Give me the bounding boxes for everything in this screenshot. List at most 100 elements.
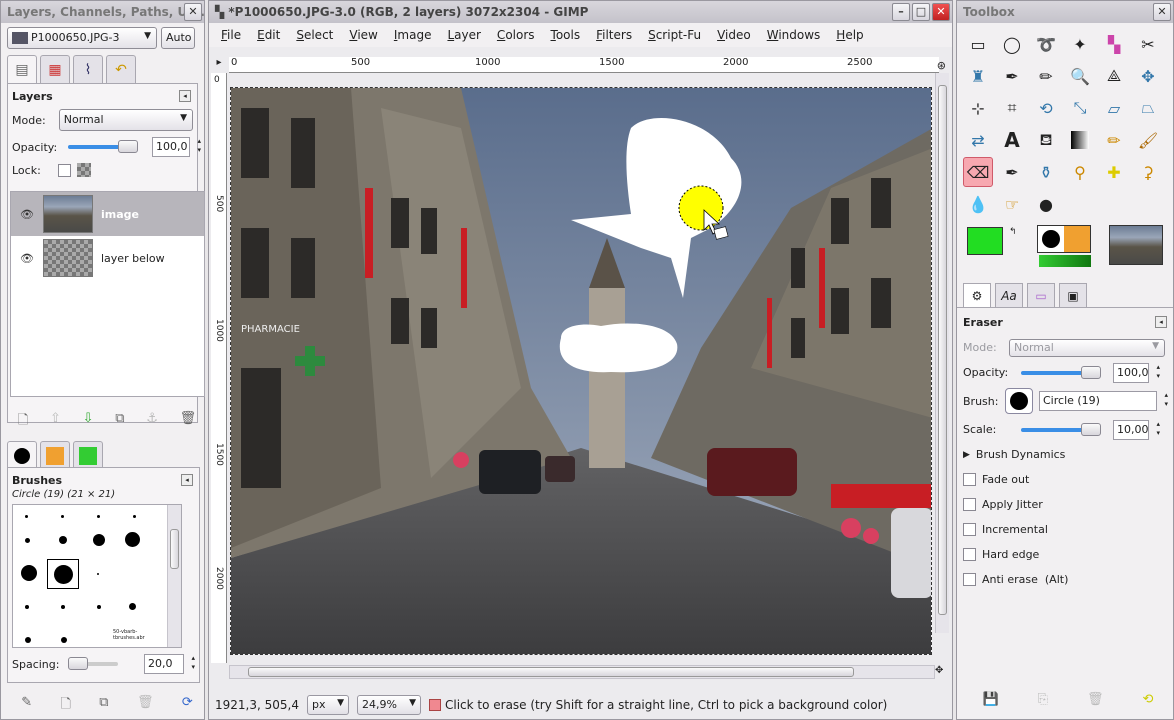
tab-fonts[interactable]: Aa	[995, 283, 1023, 307]
tab-tool-options[interactable]: ⚙	[963, 283, 991, 307]
heal-icon[interactable]: ✚	[1099, 157, 1129, 187]
brush-preview[interactable]	[59, 536, 67, 544]
text-icon[interactable]: A	[997, 125, 1027, 155]
brush-grid[interactable]: 50-vbarb-tbrushes.abr	[12, 504, 182, 648]
edit-brush-icon[interactable]: ✎	[21, 695, 32, 717]
duplicate-brush-icon[interactable]: ⧉	[99, 695, 108, 717]
menu-tools[interactable]: Tools	[543, 28, 589, 42]
flip-icon[interactable]: ⇄	[963, 125, 993, 155]
foreground-select-icon[interactable]: ♜	[963, 61, 993, 91]
menu-filters[interactable]: Filters	[588, 28, 640, 42]
delete-brush-icon[interactable]: 🗑	[137, 695, 154, 717]
image-selector[interactable]: P1000650.JPG-3 ▼	[7, 27, 157, 49]
rotate-icon[interactable]: ⟲	[1031, 93, 1061, 123]
street-photo[interactable]: PHARMACIE	[231, 88, 932, 655]
dock-menu-icon[interactable]: ◂	[179, 90, 191, 102]
tab-channels[interactable]: ▦	[40, 55, 70, 83]
brush-preview[interactable]	[25, 515, 28, 518]
new-brush-icon[interactable]: 🗋	[60, 695, 70, 717]
opacity-slider[interactable]	[68, 140, 138, 153]
scroll-thumb[interactable]	[248, 667, 854, 677]
close-icon[interactable]: ✕	[184, 3, 202, 21]
brush-scrollbar[interactable]	[167, 505, 181, 647]
selected-brush-frame[interactable]	[47, 559, 79, 589]
crop-icon[interactable]: ⌗	[997, 93, 1027, 123]
navigate-icon[interactable]: ⊛	[937, 59, 946, 72]
spacing-spin[interactable]: 20,0	[144, 654, 195, 674]
brush-preview[interactable]	[25, 605, 29, 609]
rect-select-icon[interactable]: ▭	[963, 29, 993, 59]
slider-knob[interactable]	[68, 657, 88, 670]
smudge-icon[interactable]: ☞	[997, 189, 1027, 219]
paintbrush-icon[interactable]: 🖌	[1133, 125, 1163, 155]
tab-undo[interactable]: ↶	[106, 55, 136, 83]
scissors-icon[interactable]: ✂	[1133, 29, 1163, 59]
hard-edge-checkbox[interactable]	[963, 548, 976, 561]
brush-preview[interactable]	[25, 637, 31, 643]
opacity-slider[interactable]	[1021, 365, 1101, 379]
slider-knob[interactable]	[1081, 365, 1101, 379]
blur-icon[interactable]: 💧	[963, 189, 993, 219]
layer-row-image[interactable]: 👁 image	[11, 192, 204, 236]
menu-select[interactable]: Select	[288, 28, 341, 42]
ink-icon[interactable]: ⚱	[1031, 157, 1061, 187]
foreground-color[interactable]	[967, 227, 1003, 255]
brush-preview[interactable]	[25, 538, 30, 543]
anti-erase-checkbox[interactable]	[963, 573, 976, 586]
unit-select[interactable]: px ▼	[306, 695, 349, 715]
lasso-icon[interactable]: ➰	[1031, 29, 1061, 59]
menu-layer[interactable]: Layer	[439, 28, 488, 42]
ellipse-select-icon[interactable]: ◯	[997, 29, 1027, 59]
brush-preview[interactable]	[61, 605, 65, 609]
brush-preview[interactable]	[61, 515, 64, 518]
brush-name-field[interactable]: Circle (19)	[1039, 391, 1168, 411]
brush-preview[interactable]	[125, 532, 140, 547]
refresh-brushes-icon[interactable]: ⟳	[182, 695, 193, 717]
apply-jitter-checkbox[interactable]	[963, 498, 976, 511]
save-options-icon[interactable]: 💾	[982, 692, 998, 707]
image-canvas[interactable]: PHARMACIE	[230, 87, 932, 655]
maximize-icon[interactable]: □	[912, 3, 930, 21]
pencil-icon[interactable]: ✏	[1099, 125, 1129, 155]
opacity-spin[interactable]: 100,0	[1113, 362, 1160, 383]
new-layer-icon[interactable]: 🗋	[18, 411, 28, 433]
gradient-preview[interactable]	[1039, 255, 1091, 267]
anchor-layer-icon[interactable]: ⚓	[146, 411, 158, 433]
menu-video[interactable]: Video	[709, 28, 759, 42]
scale-slider[interactable]	[1021, 422, 1101, 436]
close-icon[interactable]: ✕	[1153, 3, 1171, 21]
menu-help[interactable]: Help	[828, 28, 871, 42]
menu-edit[interactable]: Edit	[249, 28, 288, 42]
brush-preview[interactable]	[93, 534, 105, 546]
tab-images[interactable]: ▣	[1059, 283, 1087, 307]
active-image-thumbnail[interactable]	[1109, 225, 1163, 265]
brush-preview[interactable]	[97, 605, 101, 609]
eye-icon[interactable]: 👁	[19, 252, 35, 265]
color-picker-icon[interactable]: ✏	[1031, 61, 1061, 91]
move-icon[interactable]: ✥	[1133, 61, 1163, 91]
menu-script-fu[interactable]: Script-Fu	[640, 28, 709, 42]
scale-spin[interactable]: 10,00	[1113, 419, 1160, 440]
horizontal-scrollbar[interactable]	[229, 665, 935, 679]
vertical-ruler[interactable]: 0 500 1000 1500 2000	[211, 73, 227, 663]
spacing-slider[interactable]	[68, 657, 118, 670]
mode-select[interactable]: Normal ▼	[1009, 338, 1165, 357]
eye-icon[interactable]: 👁	[19, 208, 35, 221]
opacity-spin[interactable]: 100,0	[152, 137, 201, 157]
menu-image[interactable]: Image	[386, 28, 440, 42]
brush-button[interactable]	[1005, 388, 1033, 414]
close-icon[interactable]: ✕	[932, 3, 950, 21]
scroll-thumb[interactable]	[170, 529, 179, 569]
minimize-icon[interactable]: –	[892, 3, 910, 21]
menu-windows[interactable]: Windows	[759, 28, 829, 42]
measure-icon[interactable]: ⟁	[1099, 61, 1129, 91]
airbrush-icon[interactable]: ✒	[997, 157, 1027, 187]
vertical-scrollbar[interactable]	[935, 73, 949, 633]
align-icon[interactable]: ⊹	[963, 93, 993, 123]
perspective-icon[interactable]: ⏢	[1133, 93, 1163, 123]
delete-layer-icon[interactable]: 🗑	[180, 411, 197, 433]
scroll-thumb[interactable]	[938, 85, 947, 615]
quick-mask-icon[interactable]: ▸	[211, 57, 227, 73]
zoom-fit-icon[interactable]: ✥	[935, 665, 943, 676]
eraser-icon[interactable]: ⌫	[963, 157, 993, 187]
